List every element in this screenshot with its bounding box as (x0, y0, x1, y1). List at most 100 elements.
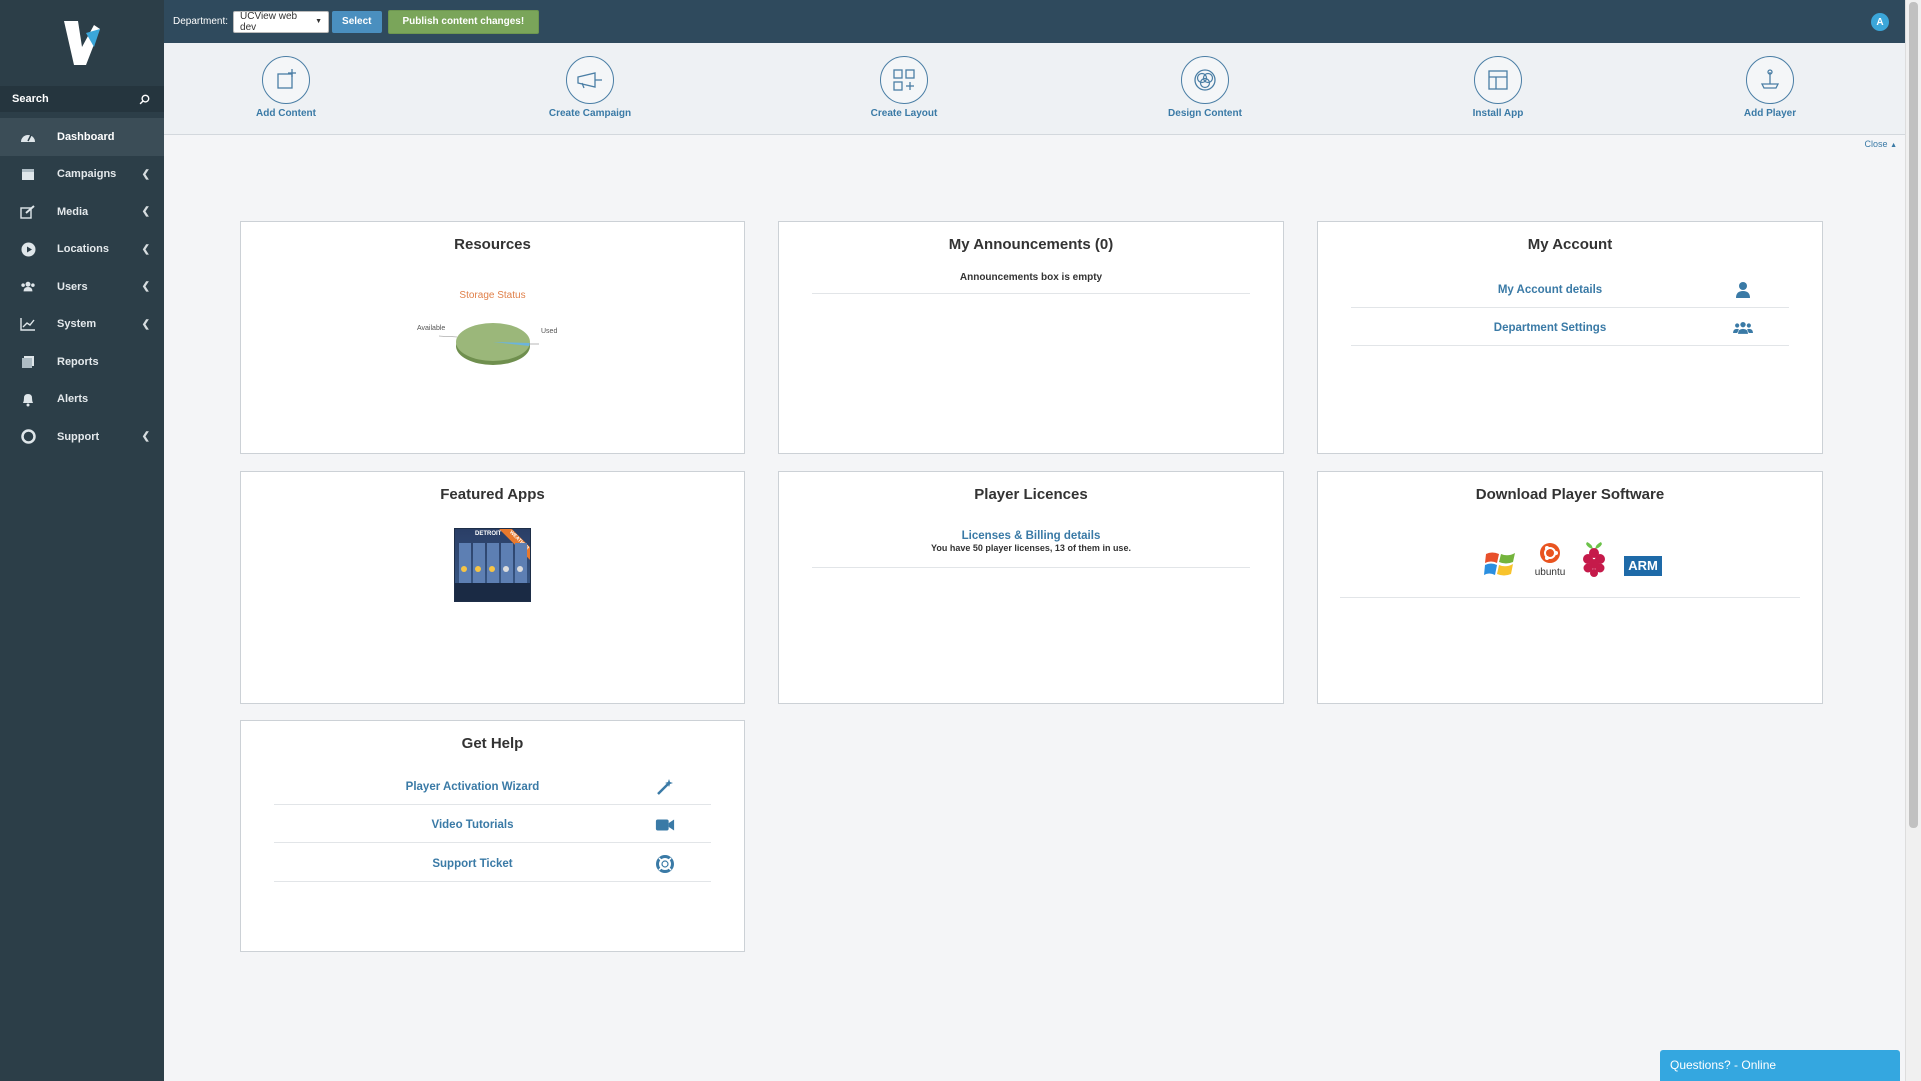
sidebar-item-label: Reports (57, 355, 99, 368)
design-icon (1194, 69, 1216, 91)
weather-app-thumbnail[interactable]: DETROIT WEATHER (454, 528, 531, 602)
page-scrollbar[interactable] (1905, 0, 1921, 1081)
support-ticket-row[interactable]: Support Ticket (274, 846, 711, 882)
raspberry-pi-icon[interactable] (1578, 538, 1610, 578)
select-button[interactable]: Select (332, 10, 382, 33)
activation-wizard-row[interactable]: Player Activation Wizard (274, 769, 711, 805)
resources-panel: Resources Storage Status Available Used (240, 221, 745, 454)
chart-icon (20, 316, 36, 332)
sidebar-item-label: Users (57, 280, 88, 293)
storage-pie-chart (438, 323, 539, 365)
sidebar-item-dashboard[interactable]: Dashboard (0, 118, 164, 156)
available-label: Available (417, 325, 446, 332)
layout-icon (893, 69, 915, 91)
chat-widget[interactable]: Questions? - Online (1660, 1050, 1900, 1081)
create-campaign-button[interactable]: Create Campaign (530, 56, 650, 119)
department-settings-row[interactable]: Department Settings (1351, 310, 1789, 346)
sidebar-item-media[interactable]: Media ❮ (0, 193, 164, 231)
sidebar-item-locations[interactable]: Locations ❮ (0, 231, 164, 269)
video-camera-icon (655, 819, 675, 831)
install-app-button[interactable]: Install App (1438, 56, 1558, 119)
arm-download[interactable]: ARM (1624, 556, 1662, 576)
activation-wizard-link[interactable]: Player Activation Wizard (274, 781, 711, 793)
group-icon (1733, 322, 1753, 334)
sidebar-item-reports[interactable]: Reports (0, 343, 164, 381)
used-label: Used (541, 328, 558, 335)
video-tutorials-row[interactable]: Video Tutorials (274, 807, 711, 843)
chevron-left-icon: ❮ (141, 168, 150, 180)
announcements-title: My Announcements (0) (948, 236, 1114, 253)
install-app-icon (1488, 70, 1508, 90)
chevron-left-icon: ❮ (141, 281, 150, 293)
users-icon (20, 279, 36, 295)
sidebar-item-label: Alerts (57, 393, 89, 406)
publish-button[interactable]: Publish content changes! (387, 9, 540, 34)
department-label: Department: (173, 16, 229, 27)
add-content-button[interactable]: Add Content (226, 56, 346, 119)
account-details-link[interactable]: My Account details (1351, 284, 1789, 296)
get-help-title: Get Help (461, 735, 524, 752)
bell-icon (20, 391, 36, 407)
sidebar-item-label: Campaigns (57, 168, 117, 181)
featured-apps-panel: Featured Apps DETROIT WEATHER (240, 471, 745, 704)
add-content-icon (277, 69, 296, 89)
sidebar: Search Dashboard Campaigns ❮ Media ❮ Location… (0, 0, 164, 1081)
sidebar-item-system[interactable]: System ❮ (0, 306, 164, 344)
magic-wand-icon (657, 779, 673, 795)
department-select[interactable]: UCView web dev ▼ (233, 10, 330, 33)
download-player-panel: Download Player Software ubuntu ARM (1317, 471, 1823, 704)
megaphone-icon (577, 72, 602, 89)
department-settings-link[interactable]: Department Settings (1351, 322, 1789, 334)
design-content-button[interactable]: Design Content (1145, 56, 1265, 119)
close-quick-actions-link[interactable]: Close ▲ (1865, 139, 1897, 149)
sidebar-item-support[interactable]: Support ❮ (0, 418, 164, 456)
add-player-label: Add Player (1743, 108, 1797, 119)
avatar[interactable]: A (1871, 13, 1889, 31)
chevron-left-icon: ❮ (141, 318, 150, 330)
storage-status-title: Storage Status (459, 290, 526, 301)
player-licences-panel: Player Licences Licenses & Billing detai… (778, 471, 1284, 704)
department-value: UCView web dev (240, 10, 298, 33)
licenses-billing-link[interactable]: Licenses & Billing details (812, 530, 1250, 542)
get-help-panel: Get Help Player Activation Wizard Video … (240, 720, 745, 952)
ubuntu-icon (1540, 543, 1560, 563)
create-layout-button[interactable]: Create Layout (844, 56, 964, 119)
install-app-label: Install App (1472, 108, 1524, 119)
brand-logo[interactable] (0, 0, 164, 86)
weather-app-city: DETROIT (475, 531, 502, 537)
sidebar-item-users[interactable]: Users ❮ (0, 268, 164, 306)
dropdown-arrow-icon: ▼ (315, 18, 323, 25)
account-details-row[interactable]: My Account details (1351, 272, 1789, 308)
quick-actions-bar: Add Content Create Campaign Create Layou… (164, 43, 1905, 149)
chevron-left-icon: ❮ (141, 431, 150, 443)
sidebar-item-label: Locations (57, 243, 109, 256)
joystick-icon (1760, 69, 1780, 89)
sidebar-search[interactable]: Search (0, 86, 164, 112)
ubuntu-download[interactable]: ubuntu (1528, 542, 1572, 578)
lifebuoy-icon (20, 429, 36, 445)
close-label: Close (1864, 139, 1888, 149)
top-bar: Department: UCView web dev ▼ Select Publ… (164, 0, 1905, 43)
add-player-button[interactable]: Add Player (1710, 56, 1830, 119)
sidebar-item-alerts[interactable]: Alerts (0, 381, 164, 419)
design-content-label: Design Content (1168, 108, 1242, 119)
ubuntu-label: ubuntu (1534, 567, 1566, 578)
play-circle-icon (20, 241, 36, 257)
create-campaign-label: Create Campaign (548, 108, 632, 119)
create-layout-label: Create Layout (870, 108, 938, 119)
sidebar-item-label: Media (57, 205, 89, 218)
caret-up-icon: ▲ (1890, 142, 1897, 149)
search-icon[interactable] (139, 94, 150, 105)
reports-icon (20, 354, 36, 370)
windows-icon[interactable] (1484, 548, 1518, 580)
sidebar-item-label: Support (57, 430, 100, 443)
support-ticket-link[interactable]: Support Ticket (274, 858, 711, 870)
lifebuoy-icon (656, 855, 674, 873)
dashboard-icon (20, 129, 36, 145)
scrollbar-thumb[interactable] (1909, 2, 1918, 828)
player-licences-title: Player Licences (974, 486, 1088, 503)
video-tutorials-link[interactable]: Video Tutorials (274, 819, 711, 831)
sidebar-item-label: Dashboard (57, 130, 115, 143)
featured-apps-title: Featured Apps (440, 486, 545, 503)
sidebar-item-campaigns[interactable]: Campaigns ❮ (0, 156, 164, 194)
